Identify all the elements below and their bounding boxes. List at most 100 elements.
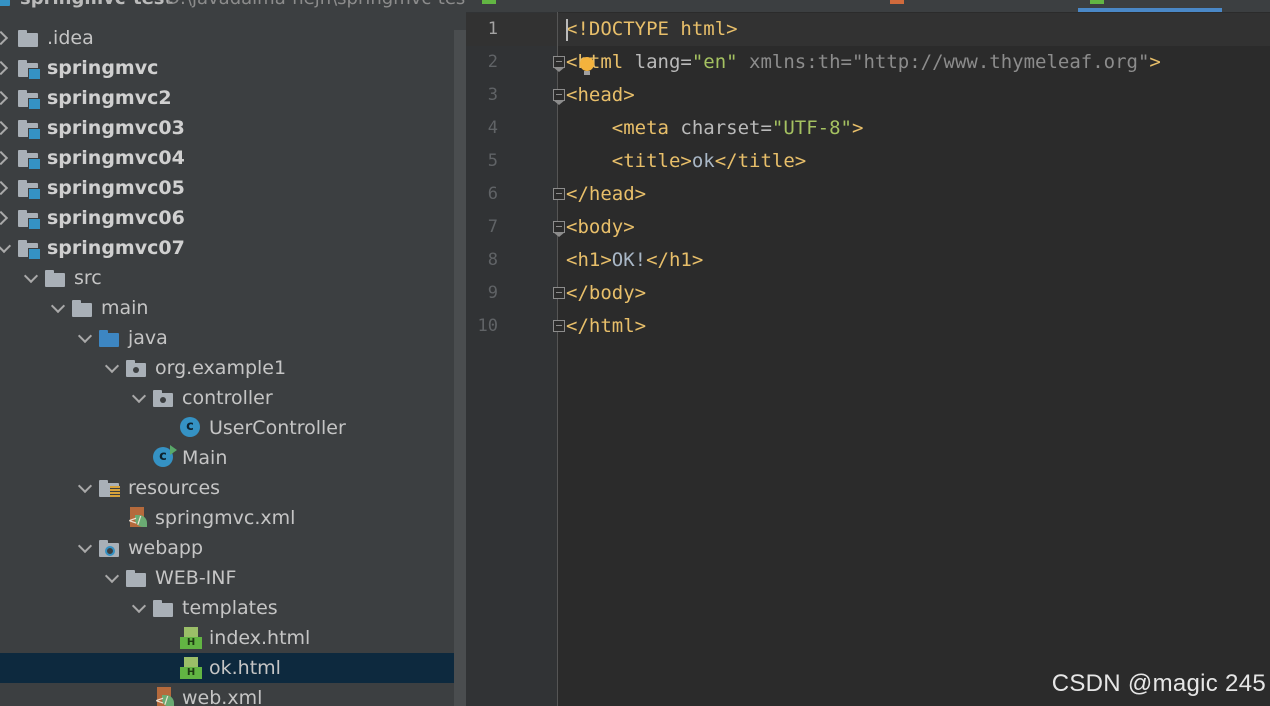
chevron-right-icon[interactable]	[0, 113, 14, 143]
tree-item-idea[interactable]: .idea	[0, 23, 454, 53]
html-file-icon: H	[180, 657, 202, 679]
folder-icon	[45, 269, 67, 287]
code-line-7[interactable]: <body>	[566, 211, 635, 244]
chevron-down-icon[interactable]	[102, 563, 122, 593]
project-tree-panel: springmvc-test D:\javadaima-hejh\springm…	[0, 0, 466, 706]
code-line-3[interactable]: <head>	[566, 79, 635, 112]
tree-item-label: UserController	[209, 417, 346, 439]
tree-item-springmvc04[interactable]: springmvc04	[0, 143, 454, 173]
tree-item-controller[interactable]: controller	[0, 383, 454, 413]
value-token: "en"	[691, 51, 738, 73]
tree-item-usercontroller[interactable]: c UserController	[0, 413, 454, 443]
chevron-down-icon[interactable]	[75, 473, 95, 503]
tree-item-templates[interactable]: templates	[0, 593, 454, 623]
fold-marker-icon[interactable]	[553, 320, 565, 332]
chevron-right-icon[interactable]	[0, 143, 14, 173]
attr-token: xmlns:th=	[737, 51, 852, 73]
source-folder-icon	[99, 329, 121, 347]
chevron-right-icon[interactable]	[0, 173, 14, 203]
tree-item-label: templates	[182, 597, 278, 619]
text-token: OK!	[611, 249, 647, 271]
folder-icon	[153, 599, 175, 617]
tag-token: </body>	[566, 282, 647, 304]
active-tab-indicator[interactable]	[1078, 8, 1222, 12]
tree-item-main[interactable]: main	[0, 293, 454, 323]
fold-marker-icon[interactable]	[553, 221, 565, 237]
tag-token: >	[851, 117, 864, 139]
tree-item-main[interactable]: c Main	[0, 443, 454, 473]
run-marker-icon	[170, 445, 177, 455]
tree-item-org-example1[interactable]: org.example1	[0, 353, 454, 383]
tree-item-webapp[interactable]: webapp	[0, 533, 454, 563]
code-line-2[interactable]: <html lang="en" xmlns:th="http://www.thy…	[566, 46, 1161, 79]
xml-file-icon	[890, 0, 904, 4]
tree-item-index-html[interactable]: Hindex.html	[0, 623, 454, 653]
line-number: 4	[487, 118, 498, 138]
tree-item-springmvc[interactable]: springmvc	[0, 53, 454, 83]
tree-item-web-xml[interactable]: </ web.xml	[0, 683, 454, 706]
project-root-row[interactable]: springmvc-test D:\javadaima-hejh\springm…	[0, 0, 466, 12]
chevron-down-icon[interactable]	[102, 353, 122, 383]
tree-item-springmvc05[interactable]: springmvc05	[0, 173, 454, 203]
line-number: 5	[487, 151, 498, 171]
code-line-9[interactable]: </body>	[566, 277, 646, 310]
tree-item-springmvc-xml[interactable]: </ springmvc.xml	[0, 503, 454, 533]
chevron-right-icon[interactable]	[0, 53, 14, 83]
tag-token: <meta	[566, 117, 669, 139]
project-path: D:\javadaima-hejh\springmvc-test	[166, 0, 466, 9]
code-line-6[interactable]: </head>	[566, 178, 646, 211]
code-line-8[interactable]: <h1>OK!</h1>	[566, 244, 703, 277]
module-icon	[0, 0, 10, 6]
tree-item-springmvc2[interactable]: springmvc2	[0, 83, 454, 113]
tree-item-springmvc03[interactable]: springmvc03	[0, 113, 454, 143]
tag-token: </html>	[566, 315, 647, 337]
tree-item-resources[interactable]: resources	[0, 473, 454, 503]
tree-item-label: org.example1	[155, 357, 287, 379]
doctype: <!DOCTYPE html>	[566, 18, 738, 40]
chevron-down-icon[interactable]	[21, 263, 41, 293]
line-number: 10	[477, 316, 498, 336]
chevron-down-icon[interactable]	[129, 593, 149, 623]
editor-tab-bar	[466, 0, 1270, 12]
chevron-down-icon[interactable]	[129, 383, 149, 413]
tree-item-src[interactable]: src	[0, 263, 454, 293]
chevron-down-icon[interactable]	[75, 323, 95, 353]
package-icon	[153, 389, 175, 407]
code-line-1[interactable]: <!DOCTYPE html>	[566, 13, 738, 46]
html-file-icon	[1090, 0, 1104, 4]
class-icon: c	[153, 445, 177, 467]
tag-token: <body>	[566, 216, 635, 238]
chevron-right-icon[interactable]	[0, 23, 14, 53]
fold-marker-icon[interactable]	[553, 188, 565, 200]
chevron-down-icon[interactable]	[48, 293, 68, 323]
chevron-down-icon[interactable]	[0, 233, 14, 263]
tag-token: >	[1149, 51, 1161, 73]
tag-token: </h1>	[646, 249, 704, 271]
attr-token: charset=	[668, 117, 772, 139]
module-folder-icon	[18, 209, 41, 230]
line-number: 3	[487, 85, 498, 105]
chevron-down-icon[interactable]	[75, 533, 95, 563]
line-number: 8	[487, 250, 498, 270]
code-line-10[interactable]: </html>	[566, 310, 646, 343]
code-line-5[interactable]: <title>ok</title>	[566, 145, 807, 178]
fold-marker-icon[interactable]	[553, 287, 565, 299]
code-editor[interactable]: 1 2 3 4 5 6 7 8 9 10 <!DOCTYPE html> <html lang="…	[466, 0, 1270, 706]
tree-scrollbar[interactable]	[454, 30, 466, 706]
tree-item-label: webapp	[128, 537, 204, 559]
tree-item-springmvc07[interactable]: springmvc07	[0, 233, 454, 263]
code-line-4[interactable]: <meta charset="UTF-8">	[566, 112, 864, 145]
tree-item-web-inf[interactable]: WEB-INF	[0, 563, 454, 593]
tree-item-label: WEB-INF	[155, 567, 237, 589]
fold-marker-icon[interactable]	[553, 56, 565, 72]
lightbulb-icon[interactable]	[580, 57, 594, 75]
tree-item-ok-html[interactable]: Hok.html	[0, 653, 466, 683]
chevron-right-icon[interactable]	[0, 83, 14, 113]
text-token: ok	[691, 150, 715, 172]
fold-marker-icon[interactable]	[553, 89, 565, 105]
tree-item-label: springmvc2	[47, 87, 172, 109]
tree-item-springmvc06[interactable]: springmvc06	[0, 203, 454, 233]
tree-item-java[interactable]: java	[0, 323, 454, 353]
module-folder-icon	[18, 179, 41, 200]
chevron-right-icon[interactable]	[0, 203, 14, 233]
